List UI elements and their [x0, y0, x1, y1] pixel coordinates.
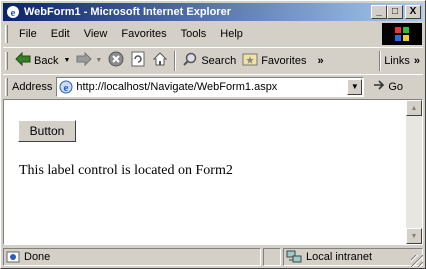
- forward-dropdown-icon[interactable]: ▼: [95, 57, 102, 64]
- ie-page-icon: e: [59, 80, 73, 94]
- links-more-chevron[interactable]: »: [414, 55, 420, 67]
- vertical-scrollbar[interactable]: ▲ ▼: [406, 100, 422, 244]
- back-button[interactable]: Back ▼: [12, 50, 73, 72]
- menu-grip: [5, 25, 8, 43]
- status-main-pane: Done: [3, 248, 261, 266]
- menu-view[interactable]: View: [77, 28, 115, 40]
- back-label: Back: [34, 54, 59, 67]
- favorites-icon: [242, 51, 258, 70]
- status-pane-empty-1: [263, 248, 281, 266]
- stop-icon: [108, 51, 124, 70]
- address-url: http://localhost/Navigate/WebForm1.aspx: [76, 80, 278, 93]
- address-input[interactable]: e http://localhost/Navigate/WebForm1.asp…: [56, 76, 365, 97]
- ie-icon: e: [5, 4, 21, 20]
- menu-tools[interactable]: Tools: [174, 28, 214, 40]
- address-bar: Address e http://localhost/Navigate/WebF…: [3, 74, 423, 98]
- resize-grip[interactable]: [411, 255, 423, 267]
- favorites-label: Favorites: [261, 54, 307, 67]
- refresh-button[interactable]: [127, 50, 149, 72]
- close-button[interactable]: X: [405, 5, 421, 19]
- menu-help[interactable]: Help: [213, 28, 250, 40]
- back-arrow-icon: [15, 51, 31, 69]
- address-grip: [5, 77, 8, 96]
- search-icon: [182, 51, 198, 70]
- minimize-button[interactable]: _: [371, 5, 387, 19]
- toolbar-more-chevron[interactable]: »: [317, 55, 323, 67]
- status-bar: Done Local intranet: [3, 247, 423, 267]
- favorites-button[interactable]: Favorites: [239, 50, 309, 72]
- standard-toolbar: Back ▼ ▼ Search Favorites » Links »: [3, 47, 423, 73]
- search-button[interactable]: Search: [179, 50, 239, 72]
- web-page: Button This label control is located on …: [4, 100, 406, 244]
- stop-button[interactable]: [105, 50, 127, 72]
- status-zone-pane: Local intranet: [283, 248, 423, 266]
- local-intranet-icon: [286, 250, 302, 264]
- zone-text: Local intranet: [306, 251, 373, 263]
- go-arrow-icon: [372, 79, 386, 94]
- title-bar[interactable]: e WebForm1 - Microsoft Internet Explorer…: [3, 3, 423, 21]
- menu-bar: File Edit View Favorites Tools Help: [3, 23, 379, 45]
- go-button[interactable]: Go: [372, 79, 403, 94]
- forward-arrow-icon: [76, 51, 93, 69]
- address-dropdown-icon[interactable]: ▼: [347, 78, 363, 95]
- home-icon: [152, 51, 168, 70]
- page-button[interactable]: Button: [18, 120, 76, 142]
- home-button[interactable]: [149, 50, 171, 72]
- page-done-icon: [6, 250, 20, 264]
- window-title: WebForm1 - Microsoft Internet Explorer: [24, 6, 231, 18]
- links-separator: [379, 51, 382, 71]
- menu-favorites[interactable]: Favorites: [114, 28, 173, 40]
- refresh-icon: [130, 51, 146, 70]
- go-label: Go: [388, 80, 404, 93]
- address-label: Address: [12, 80, 53, 93]
- menu-edit[interactable]: Edit: [44, 28, 77, 40]
- scroll-down-button[interactable]: ▼: [406, 228, 422, 244]
- toolbar-grip: [5, 51, 8, 70]
- scroll-up-button[interactable]: ▲: [406, 100, 422, 116]
- status-text: Done: [24, 251, 51, 263]
- svg-text:e: e: [64, 82, 69, 94]
- page-viewport: Button This label control is located on …: [3, 99, 423, 245]
- search-label: Search: [201, 54, 237, 67]
- links-label[interactable]: Links: [384, 55, 410, 67]
- svg-text:e: e: [11, 7, 16, 19]
- windows-logo: [382, 23, 422, 45]
- back-dropdown-icon[interactable]: ▼: [63, 57, 70, 64]
- maximize-button[interactable]: □: [387, 5, 403, 19]
- form-label: This label control is located on Form2: [19, 163, 233, 178]
- toolbar-separator: [174, 50, 177, 71]
- forward-button[interactable]: ▼: [73, 50, 105, 72]
- menu-file[interactable]: File: [12, 28, 44, 40]
- browser-window: e WebForm1 - Microsoft Internet Explorer…: [0, 0, 426, 269]
